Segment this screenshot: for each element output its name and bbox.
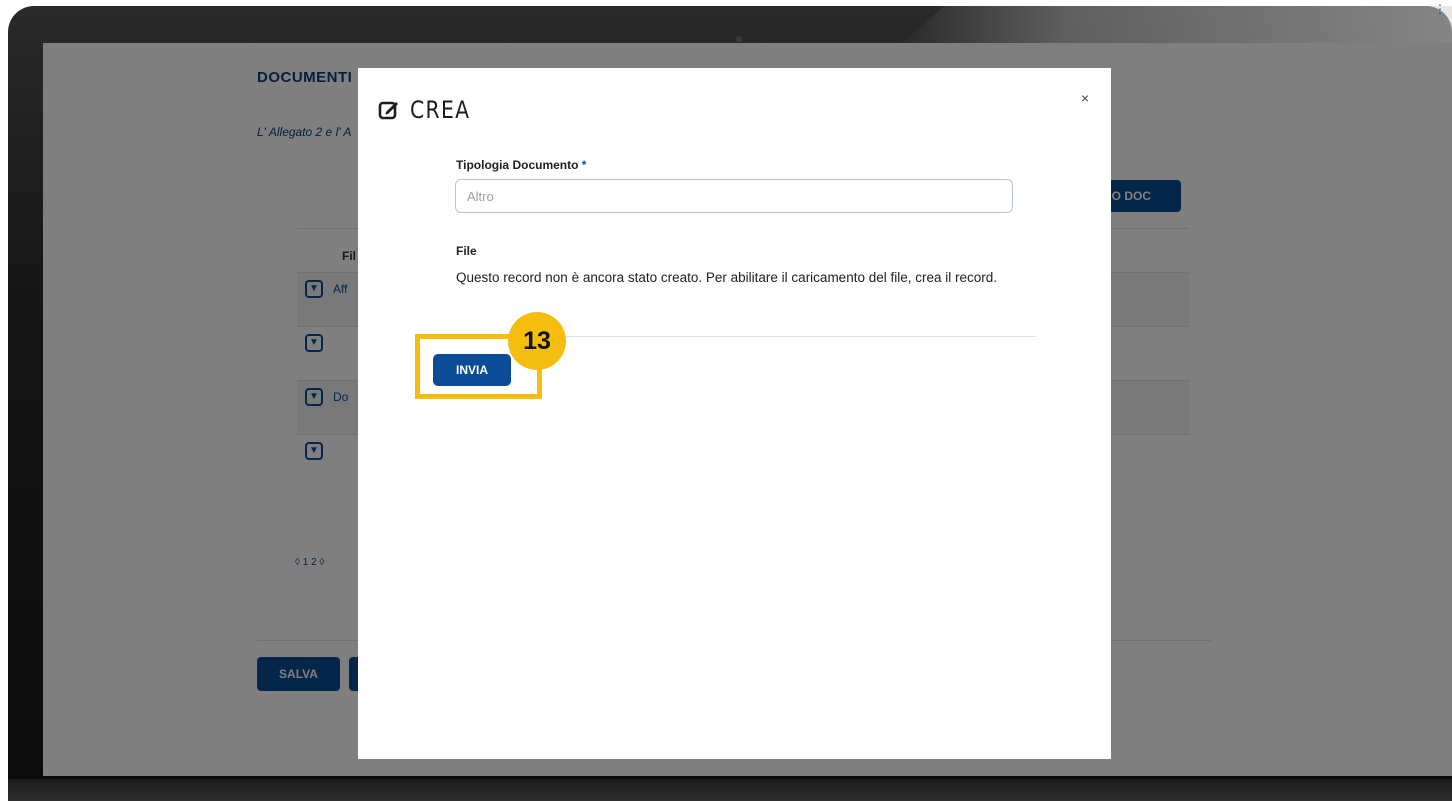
edit-icon (378, 101, 398, 120)
corner-decoration: ⋮ (1434, 2, 1446, 16)
document-type-label-text: Tipologia Documento (456, 158, 579, 172)
document-type-label: Tipologia Documento * (456, 158, 586, 172)
webcam (736, 36, 742, 42)
close-icon[interactable]: × (1081, 90, 1089, 106)
create-modal: × CREA Tipologia Documento * File Questo… (358, 68, 1111, 759)
required-marker: * (581, 158, 587, 172)
screen: DOCUMENTI L' Allegato 2 e l' A RO DOC Fi… (43, 43, 1452, 776)
bezel-reflection (900, 6, 1452, 46)
file-message: Questo record non è ancora stato creato.… (456, 270, 998, 285)
laptop-bottom-edge (8, 779, 1452, 801)
modal-header: CREA (378, 96, 481, 124)
step-number-badge: 13 (508, 312, 566, 370)
document-type-input[interactable] (455, 179, 1013, 213)
file-label: File (456, 244, 477, 258)
modal-title: CREA (410, 96, 471, 124)
